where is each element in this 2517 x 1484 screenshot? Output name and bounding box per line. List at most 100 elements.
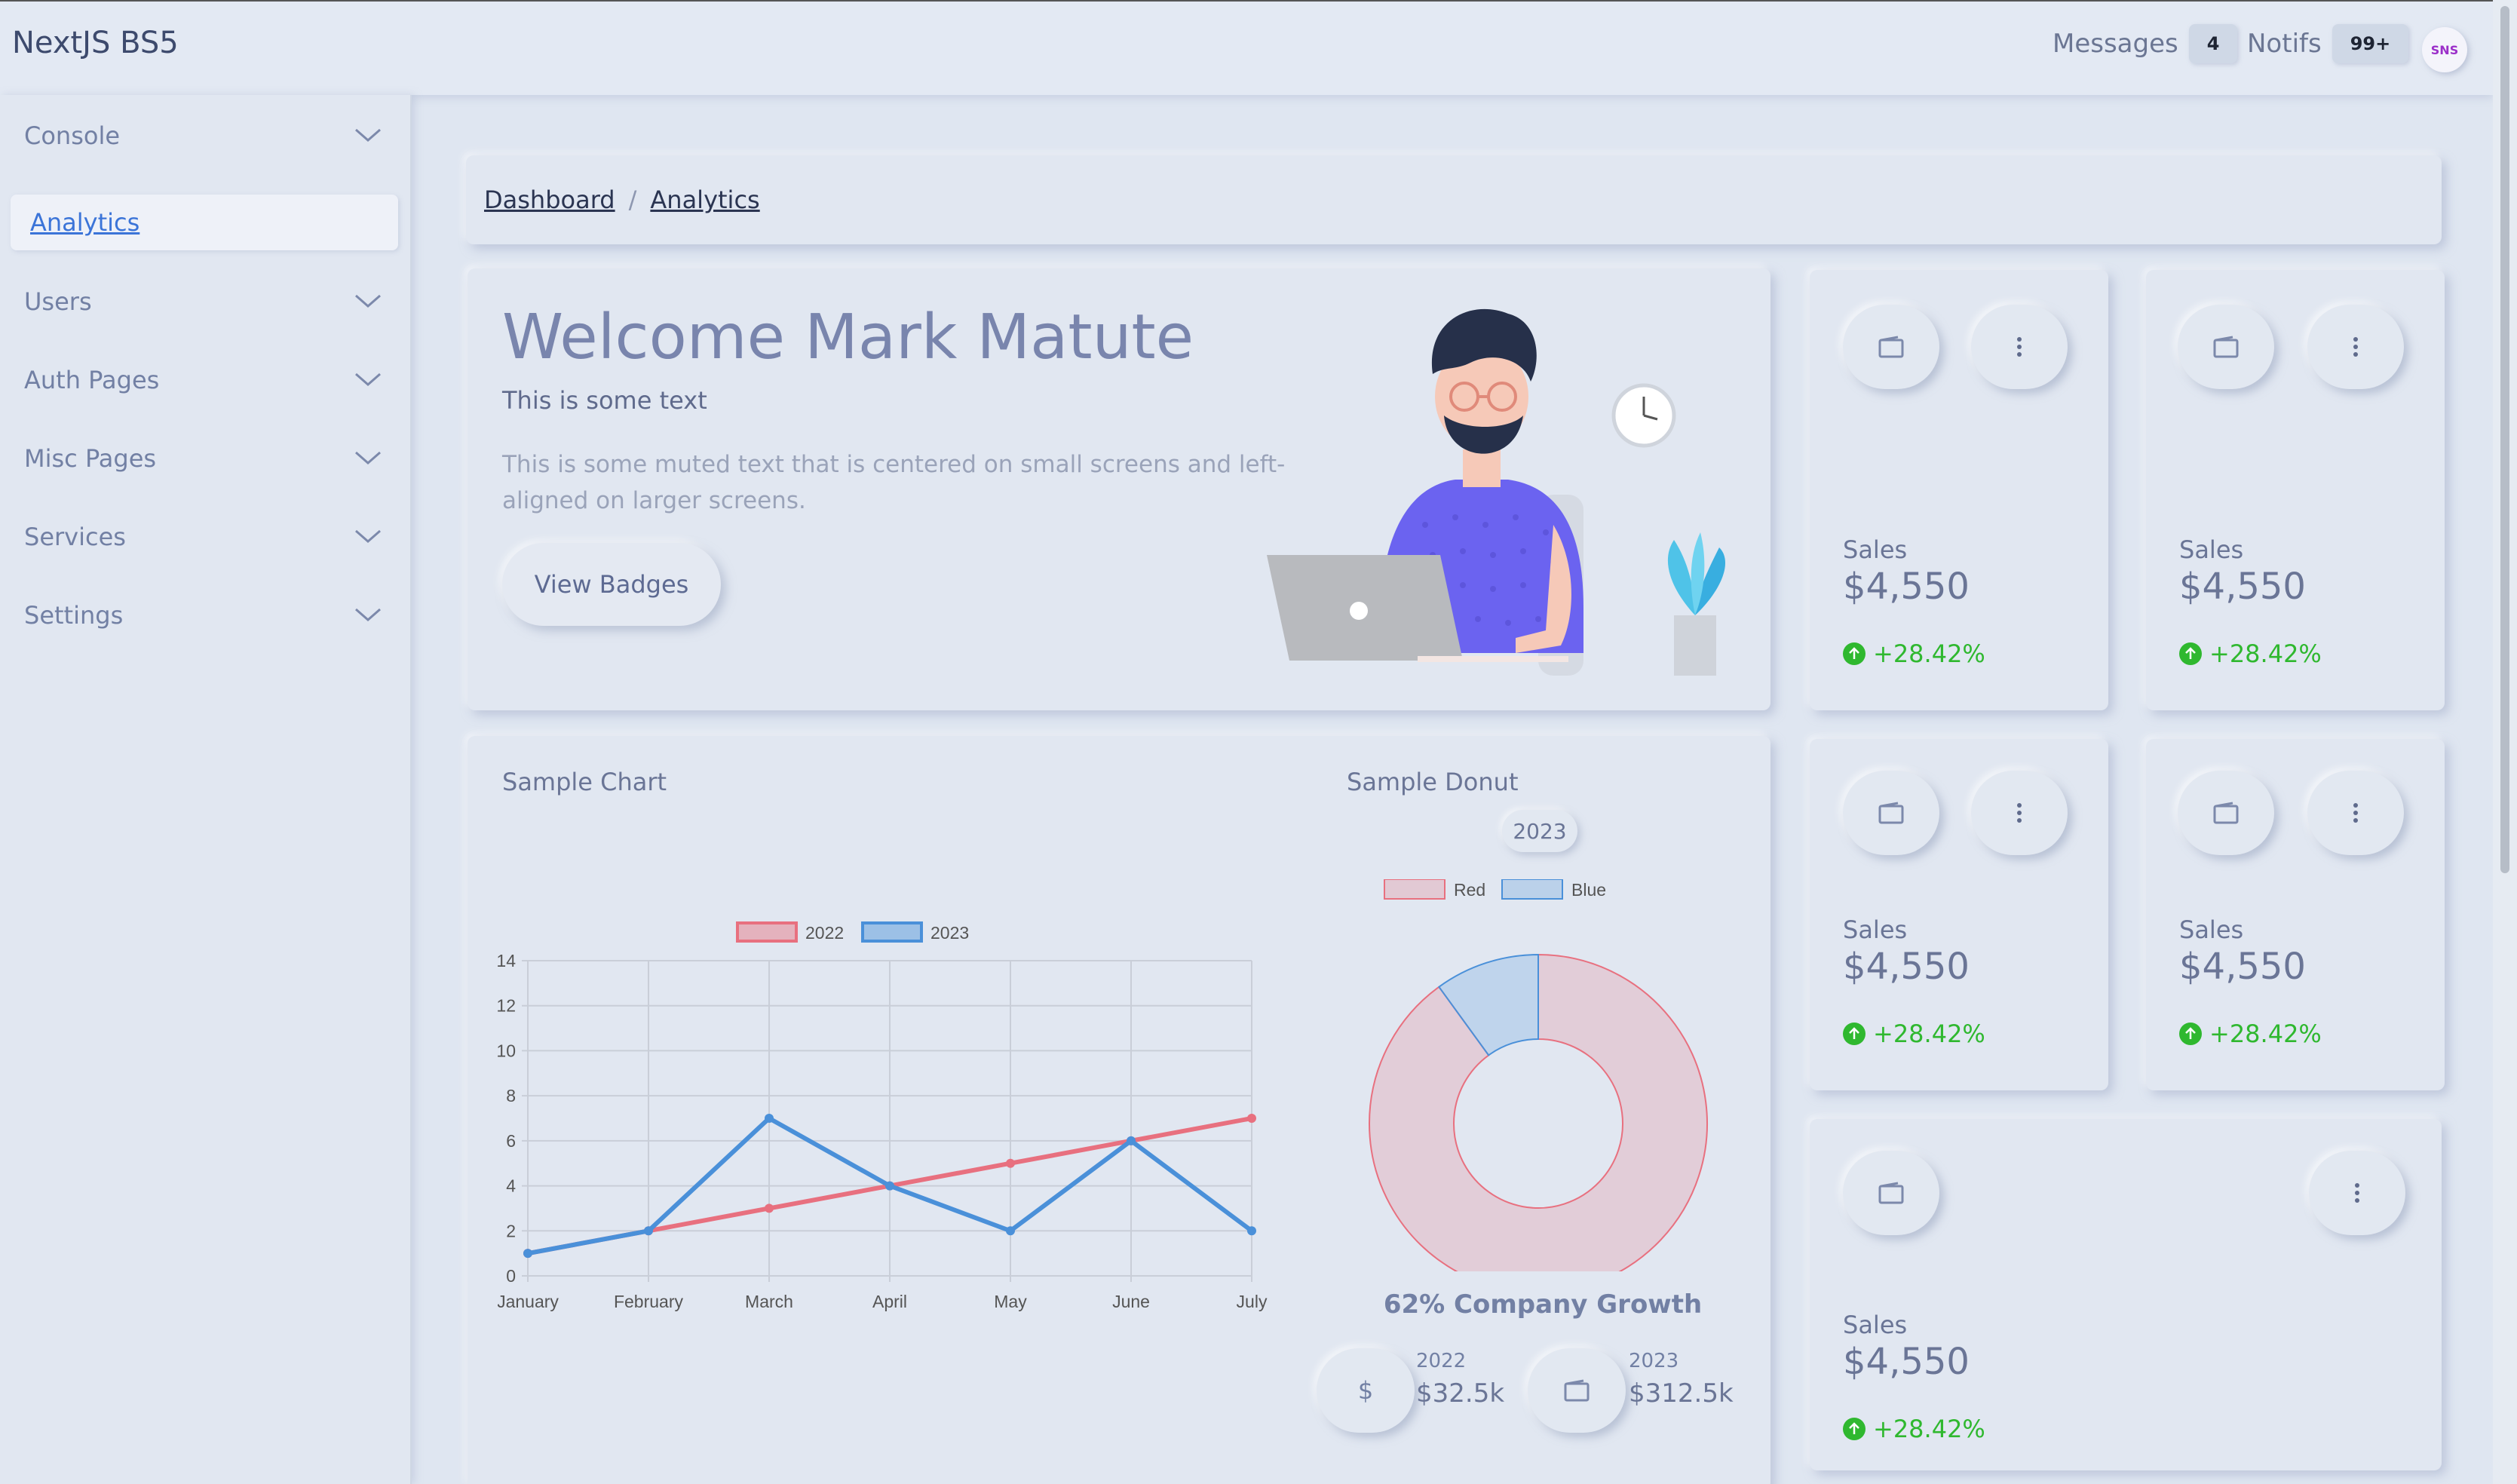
brand-logo[interactable]: NextJS BS5 <box>12 26 179 60</box>
more-options-button[interactable] <box>2307 305 2404 389</box>
sidebar-item-label: Auth Pages <box>24 366 160 394</box>
x-tick-label: July <box>1237 1292 1268 1311</box>
more-vertical-icon <box>2353 803 2358 823</box>
sidebar-item-auth-pages[interactable]: Auth Pages <box>0 350 400 410</box>
more-options-button[interactable] <box>2309 1151 2405 1235</box>
x-tick-label: June <box>1112 1292 1150 1311</box>
sidebar-item-label: Users <box>24 287 92 316</box>
messages-badge: 4 <box>2188 24 2238 63</box>
more-vertical-icon <box>2017 337 2022 357</box>
welcome-title: Welcome Mark Matute <box>502 302 1194 373</box>
mini-stat-year: 2022 <box>1416 1350 1467 1372</box>
y-tick-label: 6 <box>506 1131 516 1151</box>
sidebar-item-console[interactable]: Console <box>0 106 400 166</box>
stat-change: +28.42% <box>2179 639 2322 668</box>
data-point <box>1006 1226 1015 1236</box>
wallet-icon <box>2213 336 2239 358</box>
line-chart-title: Sample Chart <box>502 768 667 796</box>
line-chart[interactable]: 0 2 4 6 8 10 12 14 January February March April May J… <box>498 917 1282 1324</box>
stat-card: Sales $4,550 +28.42% <box>1810 270 2108 710</box>
x-tick-label: May <box>994 1292 1027 1311</box>
donut-chart[interactable]: Red Blue <box>1342 879 1734 1271</box>
charts-card: Sample Chart 0 2 4 6 8 10 12 14 January February M… <box>468 736 1770 1484</box>
chevron-down-icon <box>355 128 381 142</box>
sidebar-item-label: Console <box>24 121 121 150</box>
stat-card: Sales $4,550 +28.42% <box>1810 1119 2442 1470</box>
stat-label: Sales <box>1843 915 1908 944</box>
sidebar-item-settings[interactable]: Settings <box>0 585 400 645</box>
data-point <box>1247 1114 1256 1123</box>
sidebar-item-label: Services <box>24 523 126 551</box>
sidebar-item-services[interactable]: Services <box>0 507 400 567</box>
y-tick-label: 14 <box>498 951 516 970</box>
messages-label: Messages <box>2053 29 2178 59</box>
y-tick-label: 4 <box>506 1176 516 1196</box>
view-badges-button[interactable]: View Badges <box>502 543 721 626</box>
y-tick-label: 0 <box>506 1266 516 1286</box>
dollar-button[interactable]: $ <box>1317 1348 1415 1433</box>
avatar-text: SNS <box>2430 42 2459 57</box>
welcome-subtitle: This is some text <box>502 386 707 415</box>
sidebar-item-misc-pages[interactable]: Misc Pages <box>0 428 400 489</box>
stat-change: +28.42% <box>1843 1019 1985 1048</box>
stat-label: Sales <box>1843 535 1908 564</box>
chevron-down-icon <box>355 294 381 308</box>
wallet-button[interactable] <box>1843 1151 1939 1235</box>
year-selector-button[interactable]: 2023 <box>1502 810 1577 852</box>
legend-label: 2022 <box>805 923 844 943</box>
arrow-up-circle-icon <box>1843 1418 1866 1440</box>
wallet-button[interactable] <box>1843 771 1939 855</box>
stat-value: $4,550 <box>1843 1341 1970 1383</box>
sidebar-item-users[interactable]: Users <box>0 271 400 332</box>
more-options-button[interactable] <box>2307 771 2404 855</box>
wallet-icon <box>1564 1379 1590 1402</box>
notifs-link[interactable]: Notifs 99+ <box>2247 24 2409 63</box>
wallet-icon <box>1878 336 1904 358</box>
sidebar-item-analytics[interactable]: Analytics <box>11 195 398 250</box>
breadcrumb-dashboard[interactable]: Dashboard <box>484 186 615 214</box>
avatar[interactable]: SNS <box>2422 27 2467 72</box>
breadcrumb: Dashboard / Analytics <box>466 155 2442 244</box>
legend-label: Red <box>1454 880 1485 900</box>
stat-card: Sales $4,550 +28.42% <box>2146 270 2445 710</box>
mini-stat-value: $312.5k <box>1629 1378 1734 1409</box>
messages-link[interactable]: Messages 4 <box>2053 24 2238 63</box>
wallet-button[interactable] <box>1843 305 1939 389</box>
welcome-muted-text: This is some muted text that is centered… <box>502 451 1286 514</box>
stat-label: Sales <box>1843 1311 1908 1339</box>
stat-change: +28.42% <box>2179 1019 2322 1048</box>
more-options-button[interactable] <box>1971 305 2068 389</box>
chevron-down-icon <box>355 373 381 386</box>
stat-change-value: +28.42% <box>1873 1019 1985 1048</box>
data-point <box>1127 1136 1136 1145</box>
legend-swatch <box>736 921 798 943</box>
welcome-card: Welcome Mark Matute This is some text Th… <box>468 268 1770 710</box>
data-point <box>644 1226 653 1236</box>
y-tick-label: 10 <box>498 1041 516 1060</box>
y-tick-label: 2 <box>506 1221 516 1240</box>
stat-change-value: +28.42% <box>2209 639 2322 668</box>
sidebar-item-label: Analytics <box>30 208 140 237</box>
x-tick-label: March <box>745 1292 793 1311</box>
mini-stat-year: 2023 <box>1629 1350 1679 1372</box>
data-point <box>1006 1158 1015 1168</box>
arrow-up-circle-icon <box>2179 642 2202 665</box>
more-options-button[interactable] <box>1971 771 2068 855</box>
legend-swatch <box>1501 879 1563 900</box>
mini-stat-value: $32.5k <box>1416 1378 1505 1409</box>
man-with-laptop-illustration <box>1267 308 1726 676</box>
wallet-button[interactable] <box>1528 1348 1626 1433</box>
stat-card: Sales $4,550 +28.42% <box>2146 739 2445 1090</box>
scrollbar-thumb[interactable] <box>2500 6 2509 873</box>
wallet-button[interactable] <box>2178 305 2274 389</box>
arrow-up-circle-icon <box>2179 1023 2202 1045</box>
stat-value: $4,550 <box>2179 566 2306 608</box>
stat-change-value: +28.42% <box>1873 1415 1985 1443</box>
breadcrumb-analytics[interactable]: Analytics <box>650 186 759 214</box>
top-navbar: NextJS BS5 Messages 4 Notifs 99+ SNS <box>0 0 2493 95</box>
chevron-down-icon <box>355 608 381 621</box>
data-point <box>885 1181 894 1191</box>
more-vertical-icon <box>2017 803 2022 823</box>
x-tick-label: February <box>614 1292 684 1311</box>
wallet-button[interactable] <box>2178 771 2274 855</box>
